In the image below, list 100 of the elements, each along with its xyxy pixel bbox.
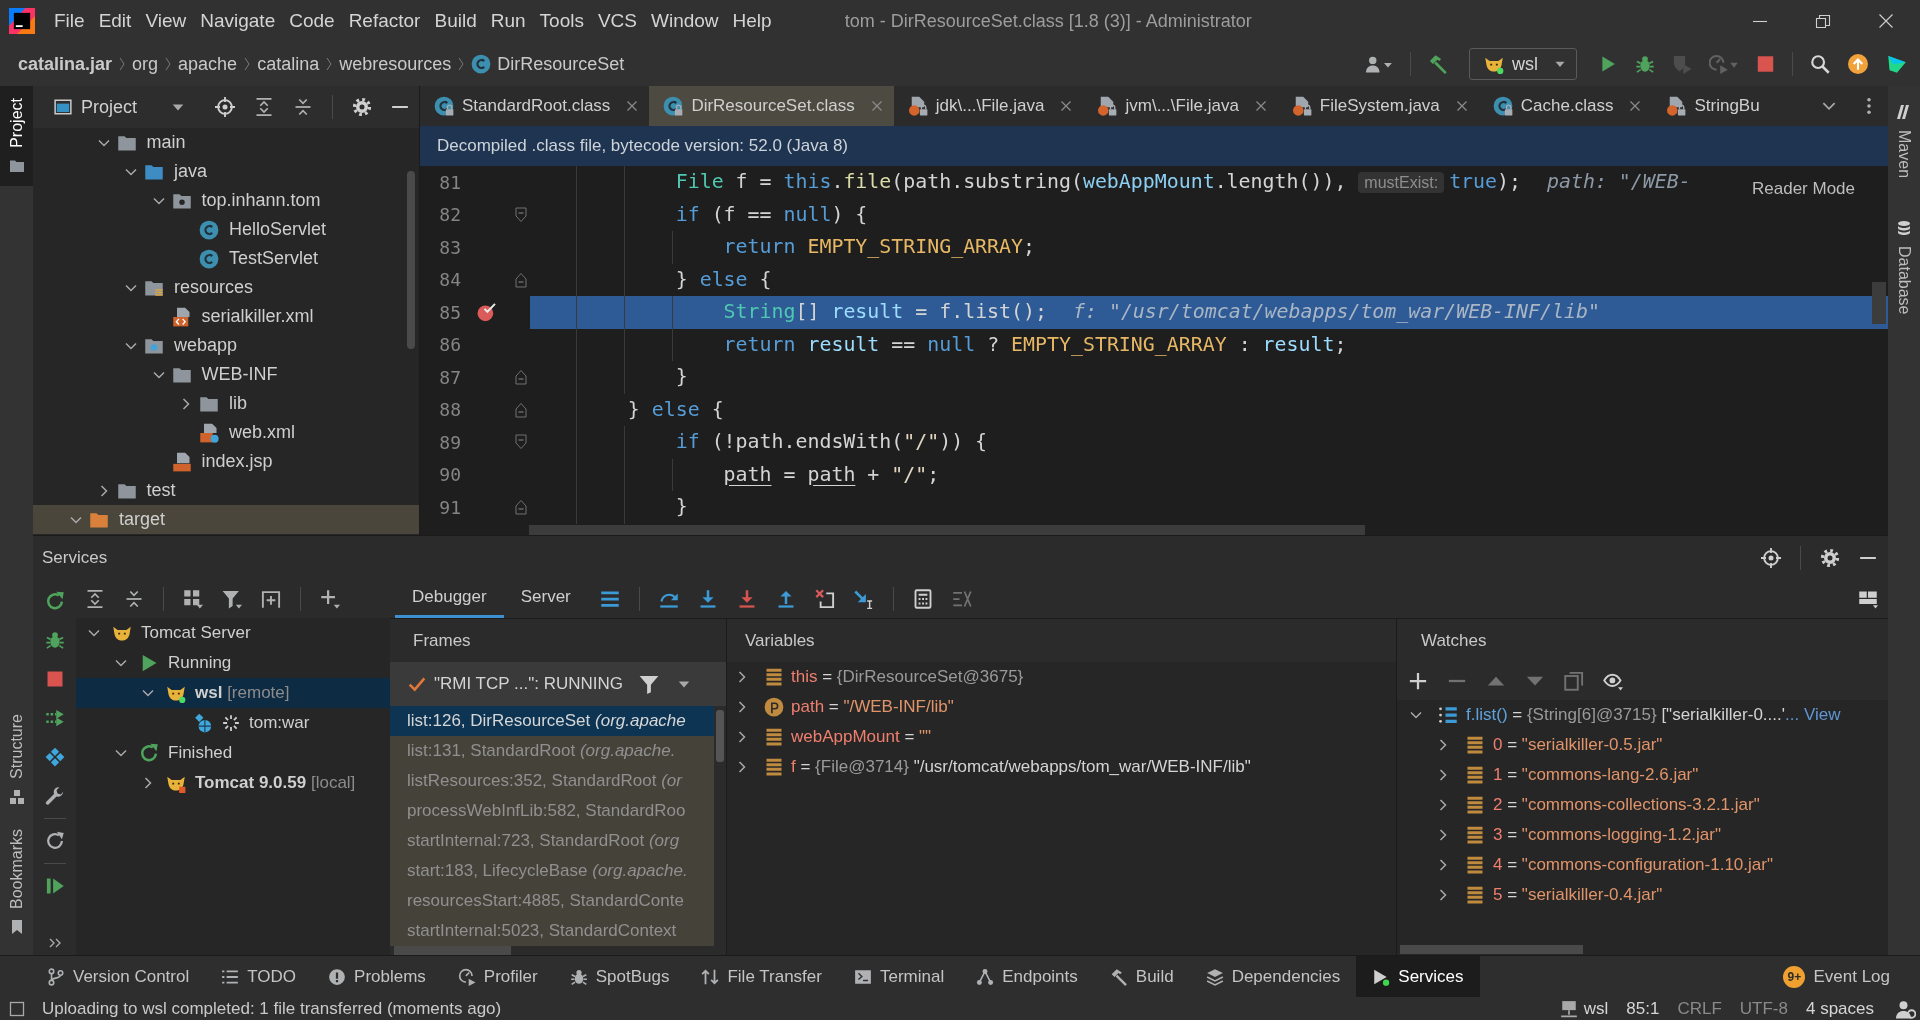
tool-window-button[interactable]: Endpoints: [960, 956, 1094, 997]
expand-all-icon[interactable]: [85, 588, 105, 609]
tool-window-button[interactable]: SpotBugs: [553, 956, 686, 997]
event-log-button[interactable]: 9+ Event Log: [1767, 956, 1906, 997]
tool-window-button[interactable]: Dependencies: [1189, 956, 1357, 997]
run-config-dropdown[interactable]: wsl: [1469, 48, 1577, 80]
menu-item[interactable]: Refactor: [341, 0, 428, 42]
debugger-tab[interactable]: Debugger: [395, 579, 504, 618]
collapse-all-icon[interactable]: [293, 97, 313, 117]
tool-window-tab[interactable]: Maven: [1888, 92, 1920, 191]
bug-icon[interactable]: [1635, 54, 1655, 74]
menu-item[interactable]: Build: [427, 0, 484, 42]
frame-item[interactable]: list:126, DirResourceSet (org.apache: [390, 706, 714, 736]
logo-icon[interactable]: [1886, 54, 1908, 74]
editor-tab[interactable]: Cache.class: [1478, 86, 1653, 126]
plus-icon[interactable]: [320, 588, 340, 609]
close-icon[interactable]: [1060, 100, 1073, 112]
add-box-icon[interactable]: [261, 588, 281, 609]
breadcrumb-item[interactable]: catalina: [257, 53, 320, 75]
close-icon[interactable]: [1878, 13, 1894, 29]
filter-icon[interactable]: [639, 674, 659, 694]
wrench-icon[interactable]: [44, 786, 65, 806]
tree-item[interactable]: HelloServlet: [33, 215, 419, 244]
watch-item[interactable]: f.list() = {String[6]@3715} ["serialkiller-0....'... View: [1397, 700, 1888, 730]
tool-window-button[interactable]: Terminal: [837, 956, 961, 997]
editor-tab[interactable]: StandardRoot.class: [420, 86, 650, 126]
tool-window-button[interactable]: Version Control: [31, 956, 206, 997]
grid-icon[interactable]: [183, 588, 203, 609]
rerun-icon[interactable]: [44, 591, 65, 611]
variable-item[interactable]: path = "/WEB-INF/lib": [727, 692, 1396, 722]
resume-icon[interactable]: [44, 876, 65, 896]
close-icon[interactable]: [626, 100, 639, 112]
watch-item[interactable]: 3 = "commons-logging-1.2.jar": [1397, 820, 1888, 850]
filter-icon[interactable]: [222, 588, 242, 609]
menu-item[interactable]: Run: [483, 0, 533, 42]
restore-icon[interactable]: [1815, 13, 1831, 29]
editor-tab[interactable]: jvm\...\File.java: [1083, 86, 1278, 126]
scrollbar-thumb[interactable]: [1400, 945, 1583, 954]
hammer-icon[interactable]: [1428, 54, 1448, 74]
editor-tab[interactable]: jdk\...\File.java: [893, 86, 1084, 126]
menu-item[interactable]: Navigate: [193, 0, 283, 42]
tree-item[interactable]: web.xml: [33, 418, 419, 447]
locate-icon[interactable]: [215, 97, 235, 117]
watch-item[interactable]: 2 = "commons-collections-3.2.1.jar": [1397, 790, 1888, 820]
scrollbar-thumb[interactable]: [394, 946, 511, 955]
settings-icon[interactable]: [352, 97, 372, 117]
tree-item[interactable]: index.jsp: [33, 447, 419, 476]
tool-window-button[interactable]: Services: [1356, 956, 1480, 997]
tree-item[interactable]: top.inhann.tom: [33, 186, 419, 215]
person-icon[interactable]: [1896, 998, 1916, 1019]
tool-window-button[interactable]: File Transfer: [685, 956, 838, 997]
tool-window-button[interactable]: Problems: [312, 956, 442, 997]
drop-frame-icon[interactable]: [814, 588, 835, 609]
tool-window-button[interactable]: Profiler: [441, 956, 554, 997]
breadcrumb-item[interactable]: DirResourceSet: [471, 53, 625, 75]
menu-item[interactable]: Edit: [91, 0, 139, 42]
close-icon[interactable]: [1455, 100, 1468, 112]
tree-item[interactable]: tom:war: [76, 708, 390, 738]
breadcrumb-item[interactable]: catalina.jar: [18, 53, 113, 75]
square-icon[interactable]: [9, 1000, 25, 1017]
menu-item[interactable]: Code: [282, 0, 342, 42]
tool-window-button[interactable]: Build: [1093, 956, 1190, 997]
fold-marker-icon[interactable]: [512, 369, 529, 386]
close-icon[interactable]: [1629, 100, 1642, 112]
tree-item[interactable]: Tomcat 9.0.59 [local]: [76, 768, 390, 798]
plus-icon[interactable]: [1408, 671, 1428, 691]
editor-tab[interactable]: DirResourceSet.class: [649, 86, 894, 126]
status-widget[interactable]: 85:1: [1626, 998, 1660, 1019]
menu-item[interactable]: Tools: [532, 0, 591, 42]
locate-icon[interactable]: [1761, 547, 1781, 568]
tree-item[interactable]: lib: [33, 389, 419, 418]
watch-item[interactable]: 4 = "commons-configuration-1.10.jar": [1397, 850, 1888, 880]
tool-window-tab[interactable]: Project: [0, 86, 33, 186]
tree-item[interactable]: Tomcat Server: [76, 618, 390, 648]
tree-item[interactable]: serialkiller.xml: [33, 302, 419, 331]
expand-all-icon[interactable]: [254, 97, 274, 117]
menu-item[interactable]: File: [47, 0, 92, 42]
fold-marker-icon[interactable]: [512, 206, 529, 223]
variable-item[interactable]: webAppMount = "": [727, 722, 1396, 752]
view-link[interactable]: ... View: [1785, 705, 1841, 724]
menu-item[interactable]: View: [138, 0, 194, 42]
tree-item[interactable]: Running: [76, 648, 390, 678]
scrollbar-thumb[interactable]: [407, 171, 415, 349]
tree-item[interactable]: test: [33, 476, 419, 505]
tree-item[interactable]: main: [33, 128, 419, 157]
editor-tab[interactable]: StringBu: [1652, 86, 1771, 126]
refresh-icon[interactable]: [44, 831, 65, 851]
tree-item[interactable]: java: [33, 157, 419, 186]
arrow-up-circle-icon[interactable]: [1847, 54, 1869, 74]
stop-icon[interactable]: [1756, 54, 1775, 74]
scrollbar-thumb[interactable]: [716, 710, 724, 762]
tree-item[interactable]: resources: [33, 273, 419, 302]
menu-item[interactable]: Window: [644, 0, 726, 42]
fold-marker-icon[interactable]: [512, 271, 529, 288]
tree-item[interactable]: wsl [remote]: [76, 678, 390, 708]
close-icon[interactable]: [1254, 100, 1267, 112]
scrollbar-thumb[interactable]: [529, 525, 1365, 535]
eye-icon[interactable]: [1603, 671, 1623, 691]
scrollbar-thumb[interactable]: [1872, 282, 1886, 324]
tool-window-button[interactable]: TODO: [205, 956, 313, 997]
